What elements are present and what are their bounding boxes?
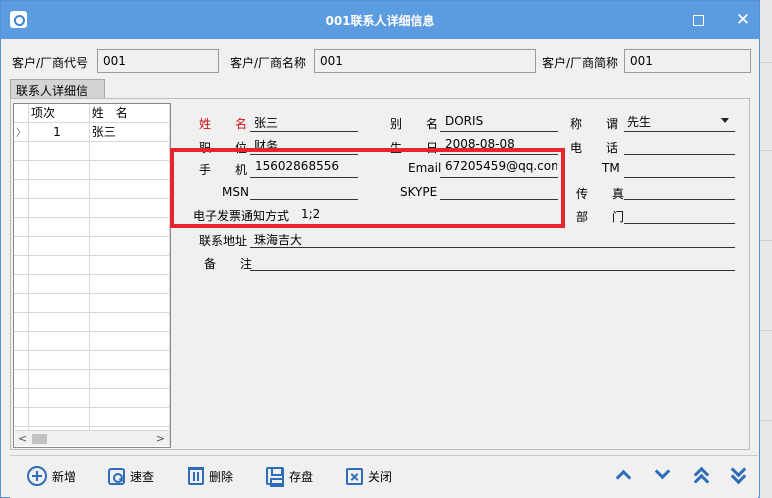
prev-record-button[interactable]: [613, 464, 637, 488]
scroll-left-icon[interactable]: <: [18, 432, 27, 445]
department-label: 部 门: [576, 210, 625, 224]
table-row[interactable]: [14, 141, 170, 161]
customer-code-field[interactable]: 001: [97, 49, 219, 73]
table-row[interactable]: [14, 331, 170, 351]
table-row[interactable]: [14, 369, 170, 389]
bottom-toolbar: 新增 速查 删除 存盘 关闭: [10, 455, 758, 498]
trash-icon: [188, 467, 204, 485]
table-row[interactable]: [14, 160, 170, 180]
table-row[interactable]: [14, 388, 170, 408]
customer-short-label: 客户/厂商简称: [542, 56, 619, 70]
add-button-label: 新增: [52, 469, 77, 484]
table-row[interactable]: [14, 217, 170, 237]
add-button[interactable]: 新增: [27, 463, 76, 489]
title-bar[interactable]: 001联系人详细信息 ✕: [1, 1, 759, 39]
quick-search-label: 速查: [130, 469, 155, 484]
customer-short-field[interactable]: 001: [624, 49, 751, 73]
close-icon: [346, 467, 363, 485]
row-marker-icon: 〉: [14, 122, 29, 142]
phone-underline: [624, 154, 735, 155]
delete-button[interactable]: 删除: [188, 463, 233, 489]
name-underline: [250, 131, 358, 132]
chevron-down-icon[interactable]: [721, 118, 729, 123]
fax-label: 传 真: [576, 187, 625, 201]
first-record-button[interactable]: [691, 464, 715, 490]
grid-header-row: 项次 姓 名: [14, 104, 170, 123]
phone-label: 电 话: [570, 141, 619, 155]
scroll-right-icon[interactable]: >: [156, 432, 165, 445]
address-field[interactable]: 珠海吉大: [254, 231, 732, 248]
row-no-cell[interactable]: 1: [28, 122, 90, 142]
remark-underline: [250, 270, 735, 271]
row-name-cell[interactable]: 张三: [89, 122, 170, 142]
close-window-button[interactable]: ✕: [732, 9, 754, 31]
table-row[interactable]: [14, 236, 170, 256]
maximize-button[interactable]: [687, 9, 709, 31]
chevron-up-icon: [615, 469, 632, 486]
window-title: 001联系人详细信息: [325, 14, 435, 28]
tab-contact-detail[interactable]: 联系人详细信息: [10, 79, 105, 115]
alias-label: 别 名: [390, 117, 439, 131]
grid-header-no[interactable]: 项次: [28, 104, 90, 123]
plus-circle-icon: [27, 466, 47, 486]
customer-code-label: 客户/厂商代号: [12, 56, 89, 70]
address-label: 联系地址: [199, 234, 248, 248]
chevron-down-icon: [654, 463, 671, 480]
table-row[interactable]: [14, 293, 170, 313]
search-icon: [108, 467, 125, 485]
highlight-box: [170, 148, 565, 228]
tm-underline: [624, 177, 735, 178]
save-icon: [266, 467, 284, 487]
customer-name-label: 客户/厂商名称: [230, 56, 307, 70]
contact-grid[interactable]: 项次 姓 名 〉 1 张三 < >: [13, 103, 171, 448]
customer-name-field[interactable]: 001: [314, 49, 536, 73]
table-row[interactable]: [14, 198, 170, 218]
name-label: 姓 名: [199, 117, 248, 131]
table-row[interactable]: [14, 274, 170, 294]
grid-header-marker: [14, 104, 29, 123]
save-button-label: 存盘: [289, 469, 314, 484]
grid-horizontal-scrollbar[interactable]: < >: [15, 430, 169, 446]
fax-underline: [624, 199, 735, 200]
table-row[interactable]: [14, 312, 170, 332]
salutation-underline: [624, 131, 735, 132]
department-underline: [624, 223, 735, 224]
alias-field[interactable]: DORIS: [445, 114, 557, 128]
salutation-select[interactable]: 先生: [627, 113, 717, 130]
table-row[interactable]: [14, 255, 170, 275]
contact-detail-dialog: 001联系人详细信息 ✕ 客户/厂商代号 001 客户/厂商名称 001 客户/…: [0, 0, 760, 498]
table-row[interactable]: 〉 1 张三: [14, 122, 170, 142]
delete-button-label: 删除: [209, 469, 234, 484]
table-row[interactable]: [14, 407, 170, 427]
quick-search-button[interactable]: 速查: [108, 463, 154, 489]
alias-underline: [440, 131, 558, 132]
last-record-button[interactable]: [728, 461, 752, 488]
salutation-label: 称 谓: [570, 117, 619, 131]
scroll-thumb[interactable]: [32, 434, 47, 444]
close-button-label: 关闭: [368, 469, 393, 484]
tm-label: TM: [602, 161, 620, 175]
close-button[interactable]: 关闭: [346, 463, 392, 489]
table-row[interactable]: [14, 179, 170, 199]
grid-header-name[interactable]: 姓 名: [89, 104, 170, 123]
save-button[interactable]: 存盘: [266, 463, 313, 489]
next-record-button[interactable]: [652, 463, 676, 488]
table-row[interactable]: [14, 350, 170, 370]
remark-label: 备 注: [204, 257, 253, 271]
name-field[interactable]: 张三: [254, 114, 358, 131]
address-underline: [250, 247, 735, 248]
